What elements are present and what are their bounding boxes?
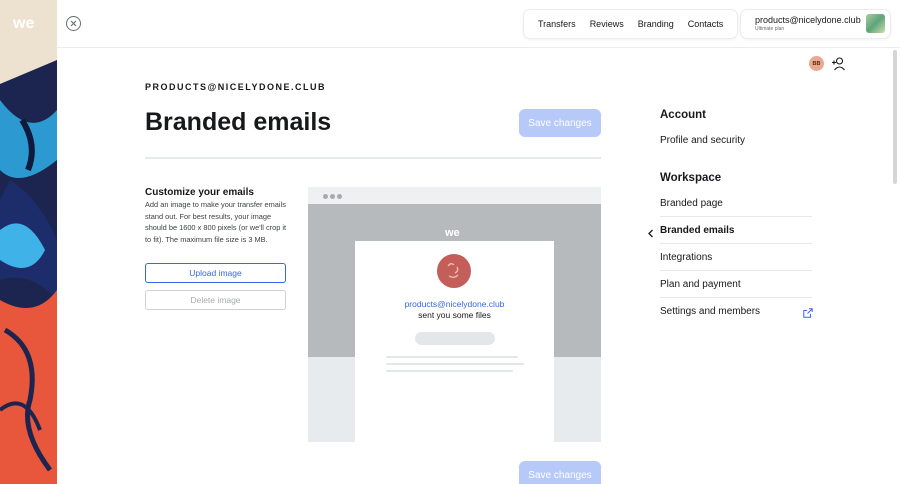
preview-text-line (386, 363, 524, 365)
save-button-top[interactable]: Save changes (519, 109, 601, 137)
preview-subtitle: sent you some files (418, 310, 491, 320)
nav-integrations[interactable]: Integrations (660, 244, 812, 270)
nav-branding[interactable]: Branding (638, 19, 674, 29)
preview-text-line (386, 356, 518, 358)
sender-avatar (437, 254, 471, 288)
title-divider (145, 157, 601, 159)
scrollbar[interactable] (893, 50, 897, 184)
wallpaper-strip: we (0, 0, 57, 484)
avatar[interactable]: BB (809, 56, 824, 71)
window-dot (337, 194, 342, 199)
add-user-icon[interactable] (831, 56, 846, 71)
account-email: products@nicelydone.club (755, 15, 861, 25)
svg-text:we: we (445, 227, 460, 238)
chevron-left-icon (647, 225, 655, 238)
upload-image-button[interactable]: Upload image (145, 263, 286, 283)
window-dot (330, 194, 335, 199)
nav-branded-page[interactable]: Branded page (660, 190, 812, 216)
nav-reviews[interactable]: Reviews (590, 19, 624, 29)
email-preview: we products@nicelydone.club sent you som… (308, 187, 601, 442)
workspace-thumbnail (866, 14, 885, 33)
preview-download-button (415, 332, 495, 345)
header-divider (57, 47, 900, 48)
settings-panel: Transfers Reviews Branding Contacts prod… (57, 0, 900, 484)
nav-settings-members[interactable]: Settings and members (660, 298, 812, 324)
customize-title: Customize your emails (145, 187, 254, 198)
delete-image-button[interactable]: Delete image (145, 290, 286, 310)
account-heading: Account (660, 109, 706, 121)
save-button-bottom[interactable]: Save changes (519, 461, 601, 484)
account-menu[interactable]: products@nicelydone.club Ultimate plan (741, 10, 890, 38)
close-icon (70, 20, 77, 27)
nav-contacts[interactable]: Contacts (688, 19, 724, 29)
email-card: products@nicelydone.club sent you some f… (355, 241, 554, 442)
window-dot (323, 194, 328, 199)
account-plan: Ultimate plan (755, 26, 785, 32)
workspace-heading: Workspace (660, 172, 722, 184)
nav-profile-security[interactable]: Profile and security (660, 127, 812, 153)
svg-text:we: we (13, 15, 34, 31)
top-nav: Transfers Reviews Branding Contacts (524, 10, 737, 38)
preview-window-bar (308, 187, 601, 204)
preview-sender: products@nicelydone.club (404, 299, 505, 309)
nav-transfers[interactable]: Transfers (538, 19, 576, 29)
external-link-icon[interactable] (803, 305, 813, 318)
workspace-email-kicker: PRODUCTS@NICELYDONE.CLUB (145, 82, 326, 92)
customize-description: Add an image to make your transfer email… (145, 200, 287, 244)
close-settings-button[interactable] (66, 16, 81, 31)
nav-branded-emails[interactable]: Branded emails (660, 217, 812, 243)
nav-plan-payment[interactable]: Plan and payment (660, 271, 812, 297)
preview-text-line (386, 370, 513, 372)
page-title: Branded emails (145, 108, 332, 136)
wetransfer-logo[interactable]: we (13, 15, 39, 31)
